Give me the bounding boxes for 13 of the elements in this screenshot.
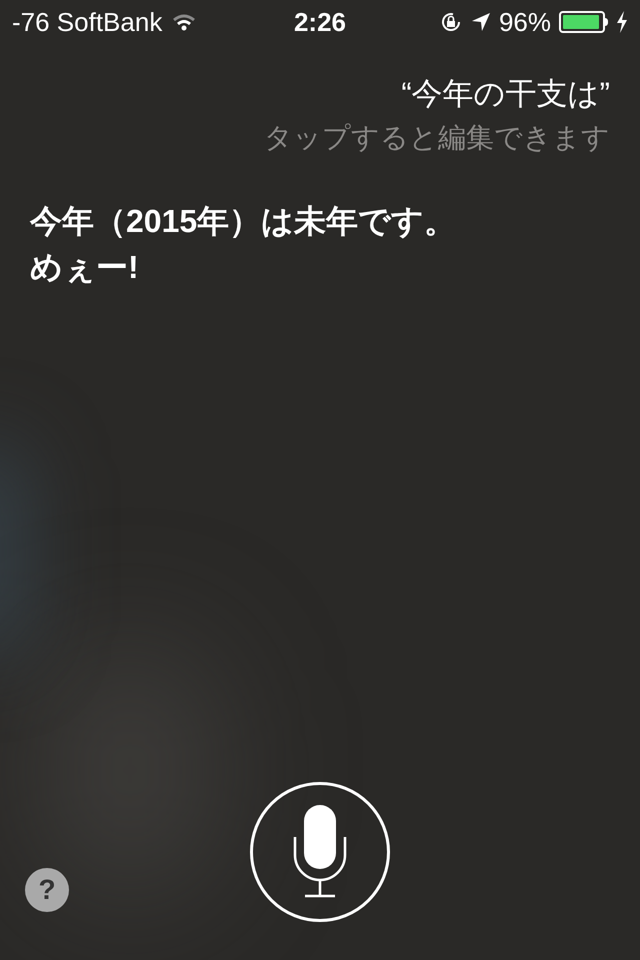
location-arrow-icon	[470, 12, 491, 32]
carrier-name: -76 SoftBank	[12, 6, 162, 38]
battery-icon	[558, 11, 608, 33]
query-text[interactable]: “今年の干支は”	[401, 74, 610, 114]
edit-hint: タップすると編集できます	[264, 121, 610, 155]
microphone-icon	[293, 805, 347, 899]
help-button[interactable]: ?	[25, 868, 69, 912]
microphone-button[interactable]	[250, 782, 390, 922]
status-time: 2:26	[294, 6, 346, 38]
wifi-icon	[172, 13, 196, 31]
battery-percent: 96%	[498, 6, 551, 38]
answer-text: 今年（2015年）は未年です。	[30, 202, 458, 241]
answer-text: めぇー!	[30, 248, 140, 287]
